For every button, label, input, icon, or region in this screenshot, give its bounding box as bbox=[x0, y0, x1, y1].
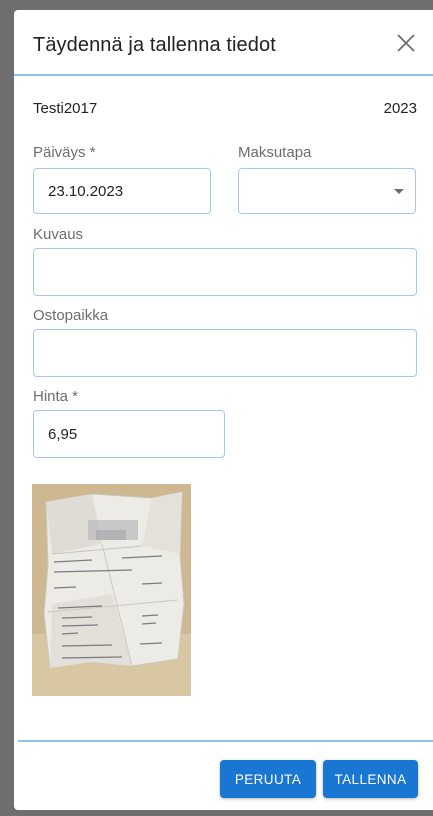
record-name: Testi2017 bbox=[33, 100, 98, 117]
dropdown-arrow-icon bbox=[394, 189, 404, 194]
receipt-thumbnail[interactable] bbox=[32, 484, 191, 696]
price-field[interactable] bbox=[33, 410, 225, 458]
description-label: Kuvaus bbox=[33, 226, 84, 243]
footer-divider bbox=[18, 740, 433, 742]
store-label: Ostopaikka bbox=[33, 307, 109, 324]
receipt-image bbox=[32, 484, 191, 696]
close-button[interactable] bbox=[395, 32, 417, 54]
record-year: 2023 bbox=[383, 100, 417, 117]
receipt-dialog: Täydennä ja tallenna tiedot Testi2017 20… bbox=[14, 10, 433, 810]
dialog-header: Täydennä ja tallenna tiedot bbox=[14, 10, 433, 76]
save-button[interactable]: TALLENNA bbox=[323, 760, 418, 798]
close-icon bbox=[397, 34, 415, 52]
cancel-button[interactable]: PERUUTA bbox=[220, 760, 316, 798]
date-label: Päiväys * bbox=[33, 144, 96, 161]
dialog-title: Täydennä ja tallenna tiedot bbox=[33, 34, 276, 56]
payment-method-select[interactable] bbox=[238, 168, 416, 214]
price-label: Hinta * bbox=[33, 388, 79, 405]
meta-row: Testi2017 2023 bbox=[33, 100, 417, 120]
store-field[interactable] bbox=[33, 329, 417, 377]
payment-method-label: Maksutapa bbox=[238, 144, 312, 161]
date-field[interactable] bbox=[33, 168, 211, 214]
description-field[interactable] bbox=[33, 248, 417, 296]
